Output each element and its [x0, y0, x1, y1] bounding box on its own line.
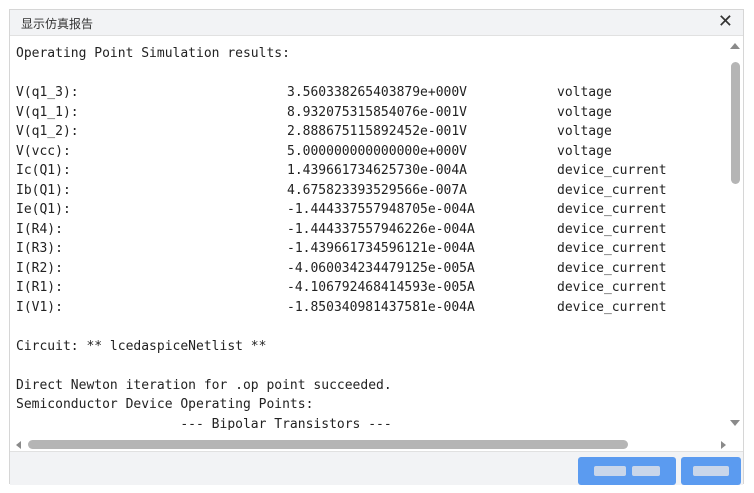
secondary-button[interactable] — [681, 457, 741, 485]
results-header: Operating Point Simulation results: — [16, 46, 290, 61]
result-type: voltage — [557, 104, 612, 120]
result-type: voltage — [557, 124, 612, 139]
result-row: I(R1): -4.106792468414593e-005A device_cur… — [16, 278, 728, 298]
result-type: device_current — [557, 182, 667, 198]
bipolar-line: --- Bipolar Transistors --- — [16, 416, 392, 431]
result-row: V(vcc): 5.000000000000000e+000V voltage — [16, 142, 728, 162]
result-name: Ib(Q1): — [16, 182, 71, 198]
result-value: 3.560338265403879e+000V — [287, 85, 468, 100]
scroll-down-icon[interactable] — [730, 420, 740, 426]
result-name: V(q1_3): — [16, 85, 79, 100]
result-name: V(q1_2): — [16, 124, 79, 139]
blurred-label — [594, 466, 626, 476]
result-type: device_current — [557, 163, 667, 178]
report-content: Operating Point Simulation results: V(q1… — [10, 36, 743, 451]
result-type: device_current — [557, 221, 667, 237]
newton-line: Direct Newton iteration for .op point su… — [16, 377, 392, 393]
vertical-scroll-thumb[interactable] — [731, 62, 740, 184]
result-row: Ic(Q1): 1.439661734625730e-004A device_cur… — [16, 161, 728, 181]
result-value: 5.000000000000000e+000V — [287, 143, 468, 159]
result-row: Ie(Q1): -1.444337557948705e-004A device_cu… — [16, 200, 728, 220]
dialog-titlebar: 显示仿真报告 ✕ — [10, 10, 743, 36]
result-value: -1.439661734596121e-004A — [287, 241, 475, 256]
result-row: V(q1_1): 8.932075315854076e-001V voltage — [16, 103, 728, 123]
result-name: V(vcc): — [16, 143, 71, 159]
result-value: -1.444337557948705e-004A — [287, 202, 475, 217]
result-row: I(R2): -4.060034234479125e-005A device_cur… — [16, 259, 728, 279]
result-row: V(q1_2): 2.888675115892452e-001V voltage — [16, 122, 728, 142]
close-icon[interactable]: ✕ — [718, 12, 733, 32]
result-value: -1.850340981437581e-004A — [287, 299, 475, 315]
simulation-report-dialog: 显示仿真报告 ✕ Operating Point Simulation resu… — [9, 9, 744, 485]
result-row: Ib(Q1): 4.675823393529566e-007A device_cur… — [16, 181, 728, 201]
scroll-up-icon[interactable] — [730, 43, 740, 49]
circuit-line: Circuit: ** lcedaspiceNetlist ** — [16, 338, 267, 354]
result-name: Ic(Q1): — [16, 163, 71, 178]
result-name: I(R4): — [16, 221, 63, 237]
result-name: I(R1): — [16, 280, 63, 295]
report-output: Operating Point Simulation results: V(q1… — [16, 44, 728, 430]
result-type: device_current — [557, 202, 667, 217]
result-value: -4.060034234479125e-005A — [287, 260, 475, 276]
dialog-footer — [10, 451, 743, 485]
result-name: Ie(Q1): — [16, 202, 71, 217]
primary-button[interactable] — [578, 457, 676, 485]
result-value: 4.675823393529566e-007A — [287, 182, 468, 198]
results-list: V(q1_3): 3.560338265403879e+000V voltage V(… — [16, 83, 728, 317]
result-value: 2.888675115892452e-001V — [287, 124, 468, 139]
horizontal-scroll-thumb[interactable] — [28, 440, 628, 449]
scroll-left-icon[interactable] — [16, 441, 21, 449]
result-name: I(R3): — [16, 241, 63, 256]
result-row: I(R4): -1.444337557946226e-004A device_cur… — [16, 220, 728, 240]
result-row: I(R3): -1.439661734596121e-004A device_cur… — [16, 239, 728, 259]
blurred-label — [693, 466, 729, 476]
result-row: V(q1_3): 3.560338265403879e+000V voltage — [16, 83, 728, 103]
result-value: -1.444337557946226e-004A — [287, 221, 475, 237]
result-name: I(R2): — [16, 260, 63, 276]
result-name: V(q1_1): — [16, 104, 79, 120]
result-value: 1.439661734625730e-004A — [287, 163, 468, 178]
result-type: device_current — [557, 241, 667, 256]
vertical-scrollbar[interactable] — [728, 40, 742, 428]
result-type: device_current — [557, 299, 667, 315]
result-name: I(V1): — [16, 299, 63, 315]
result-type: voltage — [557, 85, 612, 100]
semiconductor-line: Semiconductor Device Operating Points: — [16, 397, 314, 412]
scroll-right-icon[interactable] — [721, 441, 726, 449]
result-value: -4.106792468414593e-005A — [287, 280, 475, 295]
horizontal-scrollbar[interactable] — [14, 438, 728, 452]
result-type: device_current — [557, 280, 667, 295]
result-type: voltage — [557, 143, 612, 159]
result-type: device_current — [557, 260, 667, 276]
result-value: 8.932075315854076e-001V — [287, 104, 468, 120]
dialog-title: 显示仿真报告 — [21, 17, 94, 31]
blurred-label — [632, 466, 660, 476]
result-row: I(V1): -1.850340981437581e-004A device_cur… — [16, 298, 728, 318]
